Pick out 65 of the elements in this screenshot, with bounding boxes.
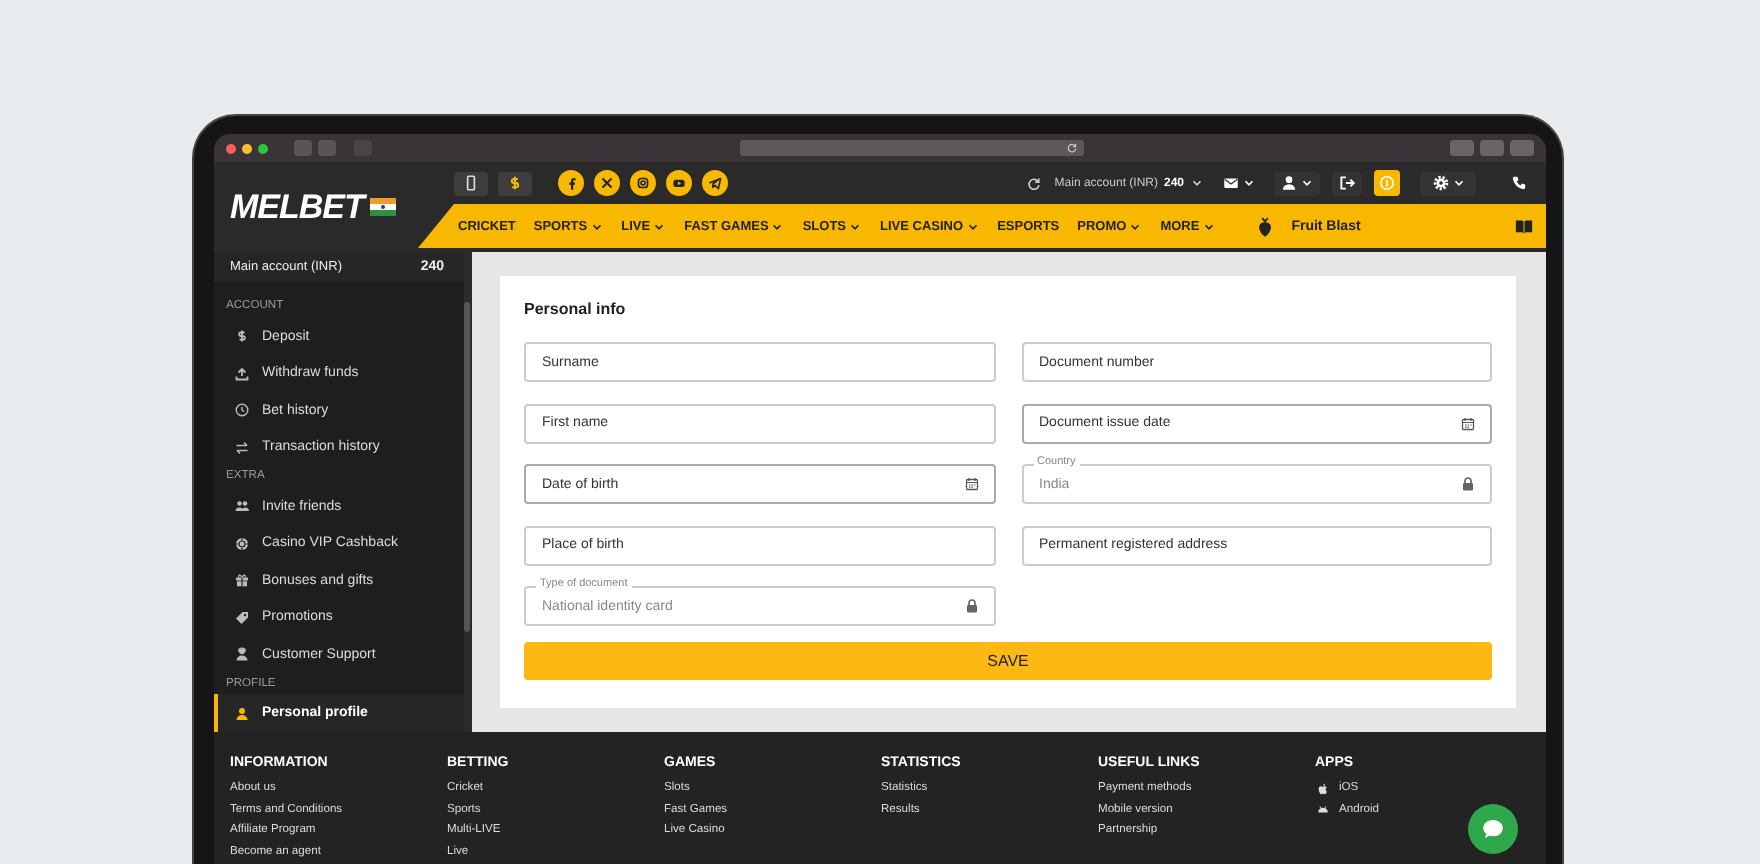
settings-icon <box>1431 174 1449 192</box>
phone-icon <box>1510 174 1528 192</box>
mobile-icon <box>462 174 480 192</box>
mobile-button[interactable] <box>454 171 488 195</box>
dollar-icon <box>234 328 250 345</box>
camera-icon <box>634 174 652 192</box>
logout-icon <box>1338 174 1356 192</box>
minimize-button[interactable] <box>242 143 252 153</box>
chevron-down-icon <box>1190 176 1204 190</box>
user-icon <box>234 705 250 722</box>
dollar-button[interactable] <box>498 171 532 195</box>
chat-button[interactable] <box>1468 804 1518 854</box>
envelope-icon <box>1222 174 1240 192</box>
profile-button[interactable] <box>1274 171 1320 195</box>
social-link[interactable] <box>630 170 656 196</box>
maximize-button[interactable] <box>258 143 268 153</box>
social-x-icon <box>598 174 616 192</box>
people-icon <box>234 498 250 515</box>
calendar-icon <box>1460 415 1476 431</box>
refresh-icon <box>1026 175 1043 191</box>
lock-icon <box>1460 476 1476 492</box>
upload-icon <box>234 365 250 382</box>
user-icon <box>1280 174 1298 192</box>
book-button[interactable] <box>1514 216 1534 236</box>
clock-icon <box>234 402 250 419</box>
chevron-down-icon <box>770 219 785 233</box>
chevron-down-icon <box>1242 176 1256 190</box>
logout-button[interactable] <box>1332 171 1362 195</box>
chevron-down-icon <box>1128 219 1143 233</box>
fruit-icon <box>1253 215 1276 237</box>
chevron-down-icon <box>1300 176 1314 190</box>
card-title: Personal info <box>524 300 628 320</box>
save-button[interactable]: SAVE <box>524 642 1492 680</box>
logo[interactable]: MELBET <box>230 187 364 227</box>
dollar-icon <box>506 174 524 192</box>
paper-plane-icon <box>706 174 724 192</box>
lock-icon <box>963 598 979 614</box>
chevron-down-icon <box>848 219 863 233</box>
social-link[interactable] <box>666 170 692 196</box>
reload-icon <box>1065 142 1077 154</box>
chevron-down-icon <box>965 219 980 233</box>
android-icon <box>1315 802 1329 817</box>
apple-icon <box>1315 781 1329 796</box>
gift-icon <box>234 572 250 589</box>
book-icon <box>1514 216 1534 236</box>
chevron-down-icon <box>1201 219 1216 233</box>
chevron-down-icon <box>652 219 667 233</box>
play-icon <box>670 174 688 192</box>
social-link[interactable] <box>702 170 728 196</box>
support-icon <box>234 646 250 663</box>
close-button[interactable] <box>226 143 236 153</box>
chat-icon <box>1480 816 1506 842</box>
calendar-icon <box>963 476 979 492</box>
chevron-down-icon <box>1451 176 1465 190</box>
social-link[interactable] <box>558 170 584 196</box>
coin-icon <box>1378 174 1396 192</box>
settings-button[interactable] <box>1420 171 1476 195</box>
arrows-icon <box>234 439 250 456</box>
chip-icon <box>234 535 250 552</box>
scrollbar[interactable] <box>464 252 472 732</box>
chevron-down-icon <box>589 219 604 233</box>
tag-icon <box>234 609 250 626</box>
flag-icon <box>369 198 396 216</box>
social-link[interactable] <box>594 170 620 196</box>
coin-button[interactable] <box>1374 170 1400 196</box>
